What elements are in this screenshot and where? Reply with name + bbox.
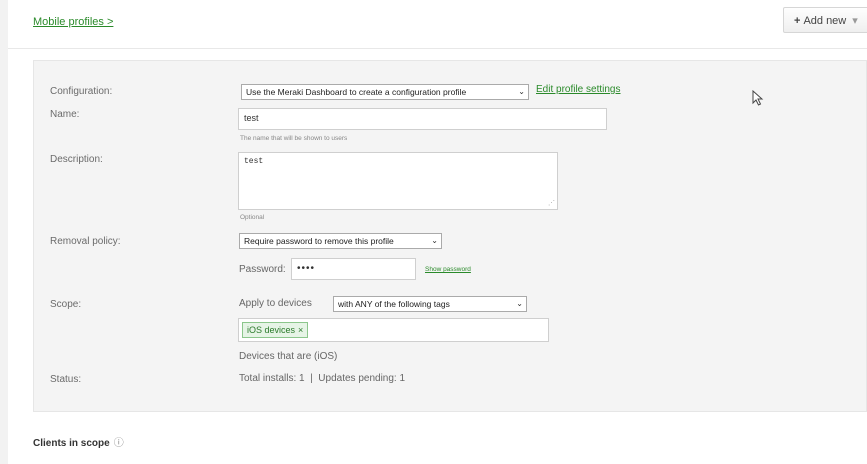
plus-icon: + — [794, 15, 801, 27]
name-hint: The name that will be shown to users — [240, 135, 348, 142]
password-label: Password: — [239, 264, 286, 275]
add-new-label: Add new — [803, 15, 847, 27]
description-text: test — [244, 157, 264, 166]
description-textarea[interactable]: test ⋰ — [238, 152, 558, 210]
description-hint: Optional — [240, 214, 265, 221]
configuration-label: Configuration: — [50, 86, 113, 97]
configuration-select-value: Use the Meraki Dashboard to create a con… — [246, 87, 467, 97]
tag-chip-label: iOS devices — [247, 325, 296, 335]
devices-note: Devices that are (iOS) — [239, 351, 338, 362]
password-input[interactable]: •••• — [291, 258, 416, 280]
chevron-down-icon: ⌄ — [431, 236, 438, 245]
apply-to-devices-label: Apply to devices — [239, 298, 312, 309]
tag-chip-ios-devices[interactable]: iOS devices × — [242, 322, 309, 338]
left-border — [0, 0, 8, 464]
removal-policy-select[interactable]: Require password to remove this profile … — [239, 233, 442, 249]
removal-policy-select-value: Require password to remove this profile — [244, 236, 394, 246]
configuration-select[interactable]: Use the Meraki Dashboard to create a con… — [241, 84, 529, 100]
name-label: Name: — [50, 109, 80, 120]
mouse-cursor-icon — [752, 90, 764, 106]
chevron-down-icon: ⌄ — [516, 299, 523, 308]
clients-in-scope-title: Clients in scope — [33, 438, 110, 449]
description-label: Description: — [50, 154, 103, 165]
status-text: Total installs: 1 | Updates pending: 1 — [239, 373, 406, 384]
removal-policy-label: Removal policy: — [50, 236, 121, 247]
show-password-link[interactable]: Show password — [425, 266, 471, 273]
dropdown-caret-icon: ▾ — [852, 15, 858, 27]
scope-tag-match-select[interactable]: with ANY of the following tags ⌄ — [333, 296, 527, 312]
edit-profile-settings-link[interactable]: Edit profile settings — [536, 84, 621, 95]
chevron-down-icon: ⌄ — [518, 87, 525, 96]
scope-label: Scope: — [50, 299, 82, 310]
name-input[interactable]: test — [238, 108, 607, 130]
scope-tag-match-value: with ANY of the following tags — [338, 299, 450, 309]
resize-grip-icon[interactable]: ⋰ — [548, 201, 555, 208]
clients-in-scope-heading: Clients in scope ⓘ — [33, 434, 124, 449]
divider — [8, 48, 867, 49]
status-label: Status: — [50, 374, 82, 385]
breadcrumb-mobile-profiles[interactable]: Mobile profiles > — [33, 16, 113, 28]
add-new-button[interactable]: + Add new ▾ — [783, 7, 867, 33]
info-icon[interactable]: ⓘ — [114, 438, 124, 449]
remove-tag-icon[interactable]: × — [298, 325, 303, 335]
